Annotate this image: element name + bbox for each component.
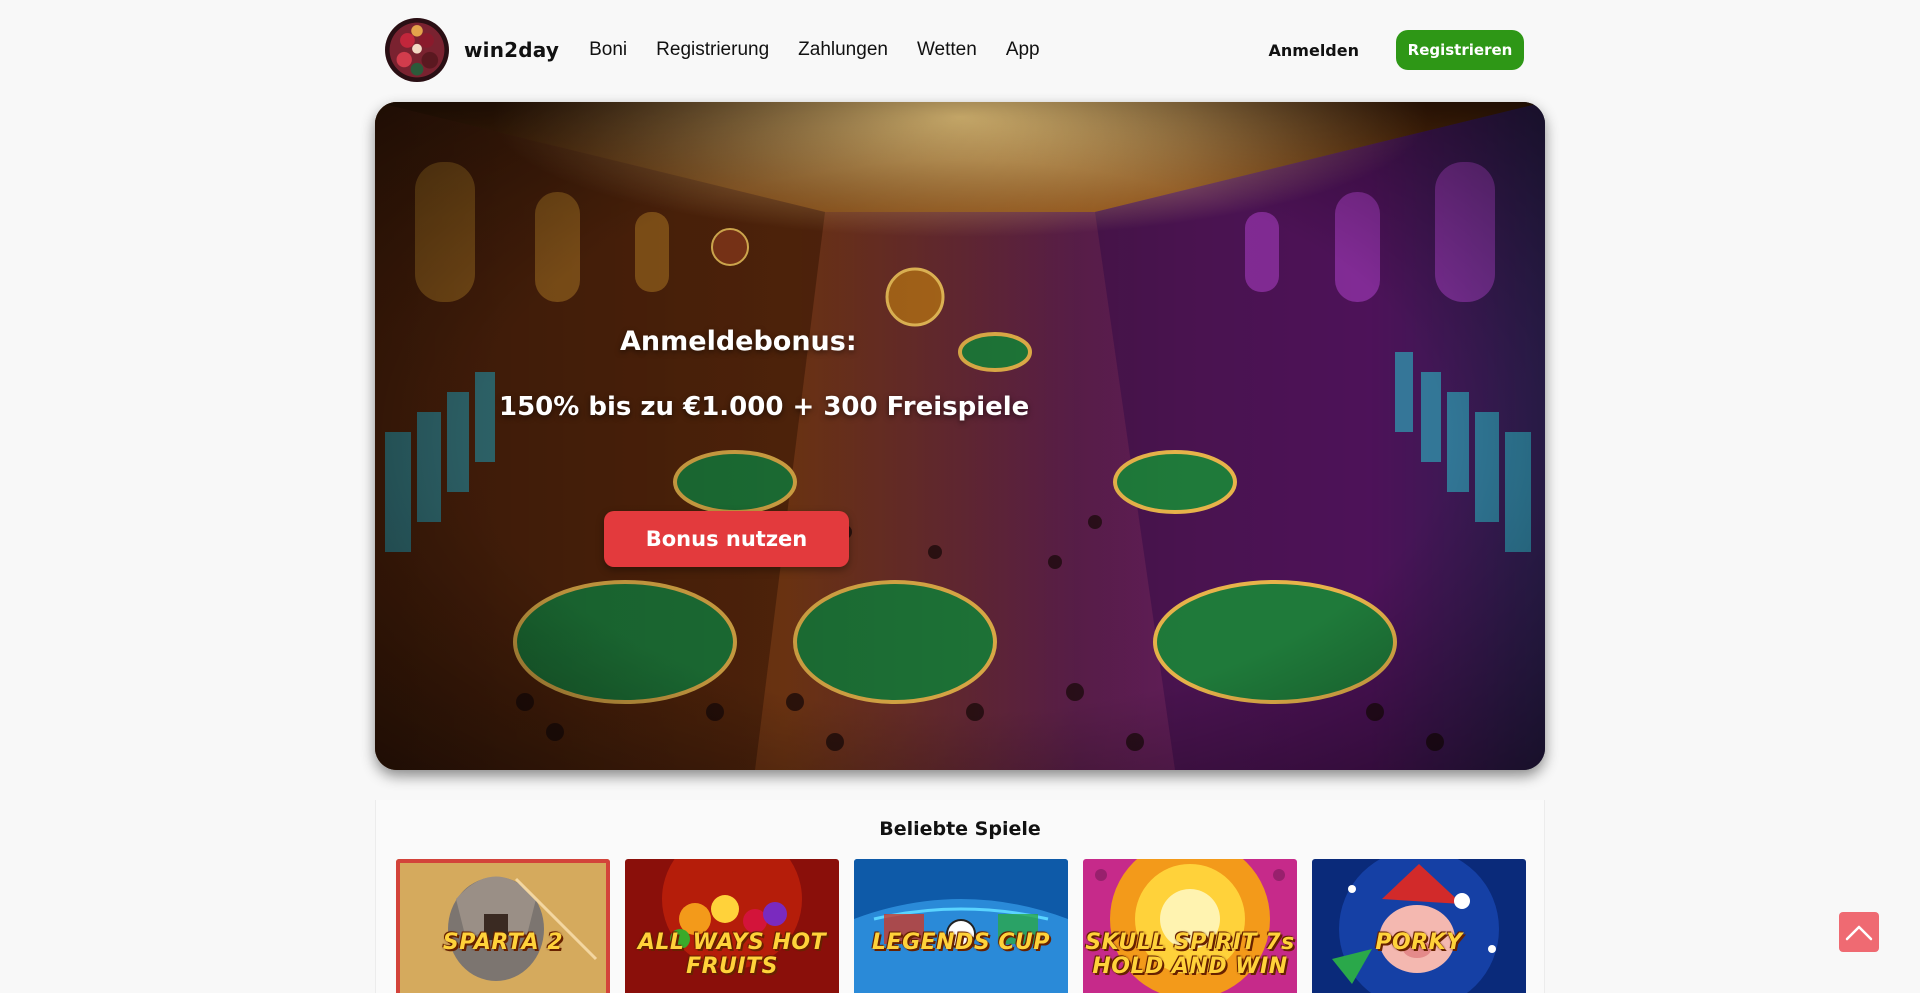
bonus-cta-button[interactable]: Bonus nutzen	[604, 511, 849, 567]
hero-subtitle: 150% bis zu €1.000 + 300 Freispiele	[499, 392, 1030, 422]
game-thumbnail	[854, 859, 1068, 993]
nav-app[interactable]: App	[1006, 39, 1040, 61]
chevron-up-icon	[1845, 925, 1873, 941]
nav-wetten[interactable]: Wetten	[917, 39, 977, 61]
game-title: SKULL SPIRIT 7s HOLD AND WIN	[1085, 930, 1295, 979]
main-nav: Boni Registrierung Zahlungen Wetten App	[589, 39, 1069, 61]
game-card-skull-spirit[interactable]: SKULL SPIRIT 7s HOLD AND WIN	[1083, 859, 1297, 993]
brand-name[interactable]: win2day	[464, 38, 559, 62]
game-title: PORKY	[1375, 930, 1463, 955]
register-button[interactable]: Registrieren	[1396, 30, 1524, 70]
brand-logo[interactable]	[385, 18, 449, 82]
game-card-hot-fruits[interactable]: ALL WAYS HOT FRUITS	[625, 859, 839, 993]
login-link[interactable]: Anmelden	[1269, 41, 1359, 60]
hero-banner: Anmeldebonus: 150% bis zu €1.000 + 300 F…	[375, 102, 1545, 770]
game-title: ALL WAYS HOT FRUITS	[637, 930, 827, 979]
nav-registrierung[interactable]: Registrierung	[656, 39, 769, 61]
nav-zahlungen[interactable]: Zahlungen	[798, 39, 888, 61]
game-card-legends-cup[interactable]: LEGENDS CUP	[854, 859, 1068, 993]
game-thumbnail	[396, 859, 610, 993]
game-title: SPARTA 2	[442, 930, 564, 955]
scroll-to-top-button[interactable]	[1839, 912, 1879, 952]
game-thumbnail	[1312, 859, 1526, 993]
popular-games-title: Beliebte Spiele	[879, 818, 1041, 840]
popular-games-section: Beliebte Spiele SPARTA 2 ALL WAYS HOT FR…	[375, 800, 1545, 993]
header-actions: Anmelden Registrieren	[1269, 30, 1535, 70]
game-card-porky[interactable]: PORKY	[1312, 859, 1526, 993]
nav-boni[interactable]: Boni	[589, 39, 627, 61]
site-header: win2day Boni Registrierung Zahlungen Wet…	[375, 14, 1535, 86]
game-title: LEGENDS CUP	[872, 930, 1050, 955]
game-card-sparta[interactable]: SPARTA 2	[396, 859, 610, 993]
hero-title: Anmeldebonus:	[620, 326, 857, 357]
